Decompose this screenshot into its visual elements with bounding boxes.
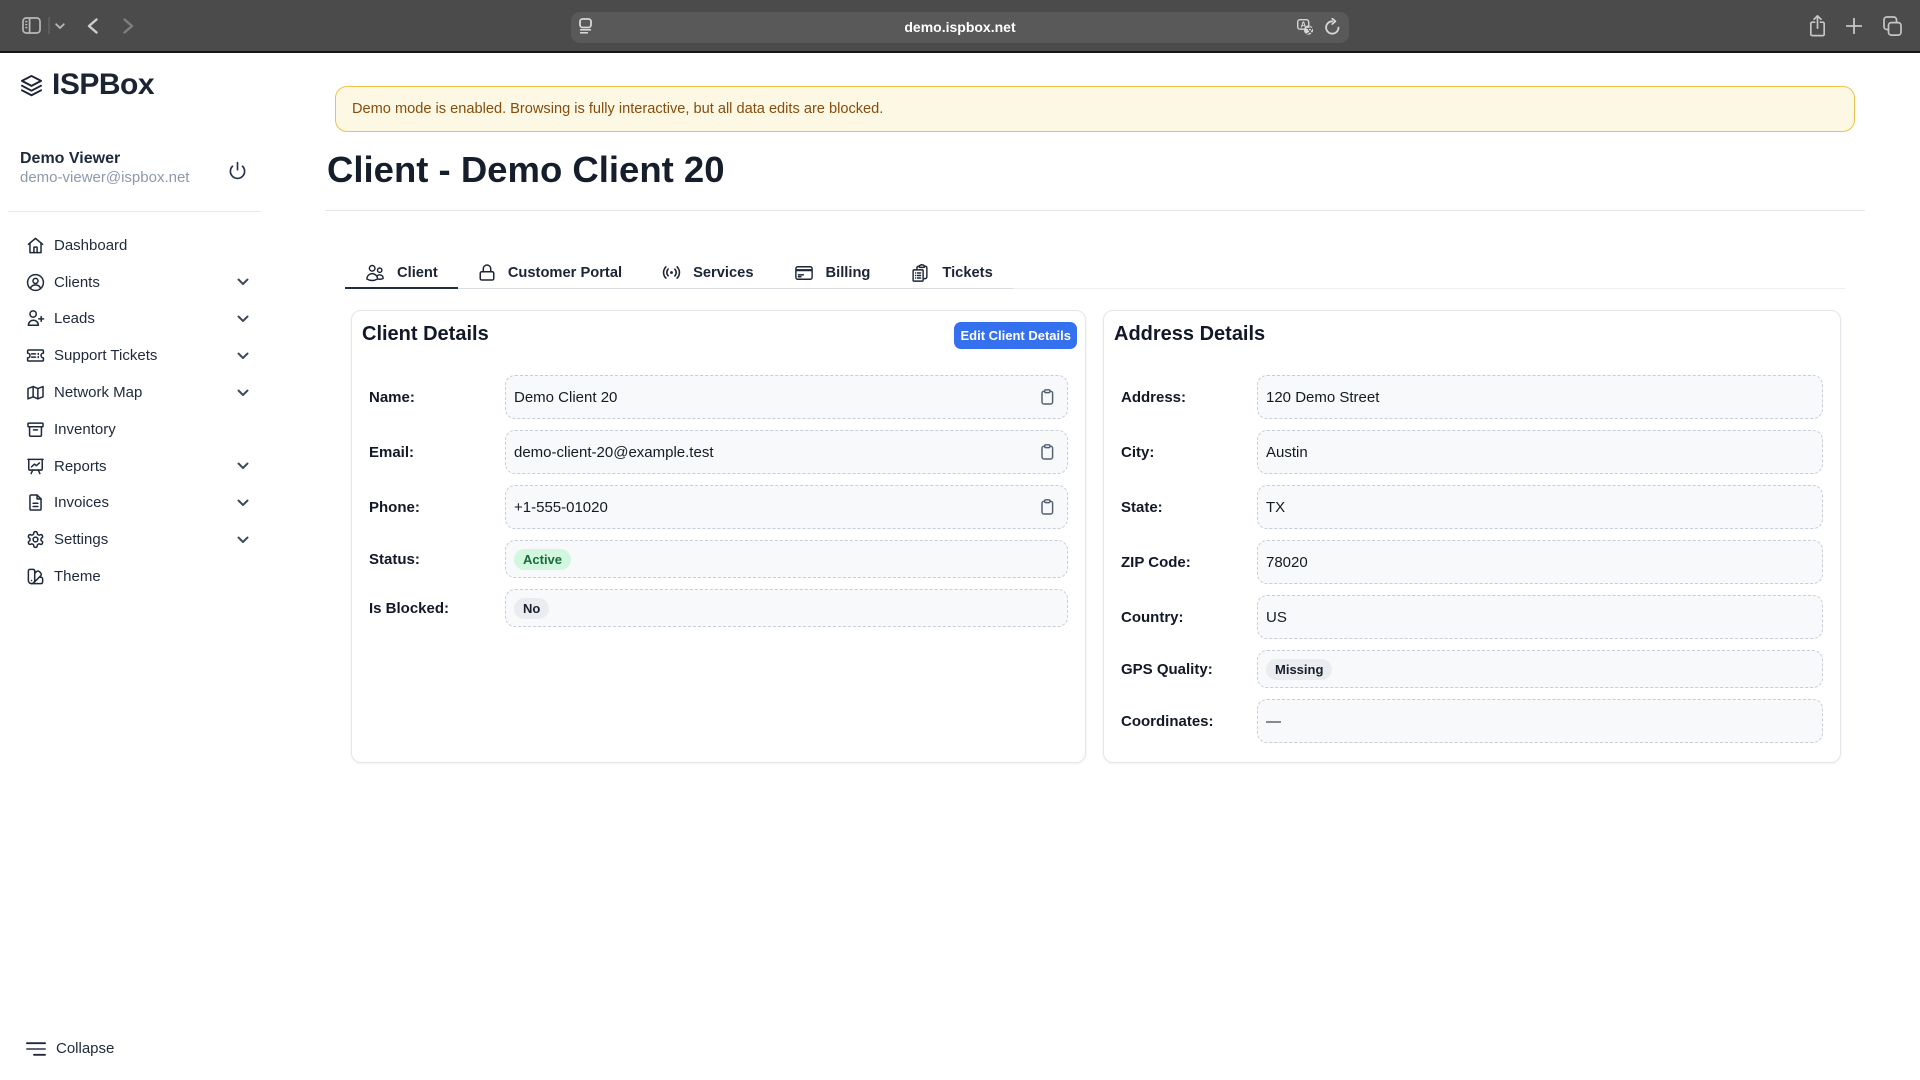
svg-text:文: 文 bbox=[1306, 25, 1314, 35]
